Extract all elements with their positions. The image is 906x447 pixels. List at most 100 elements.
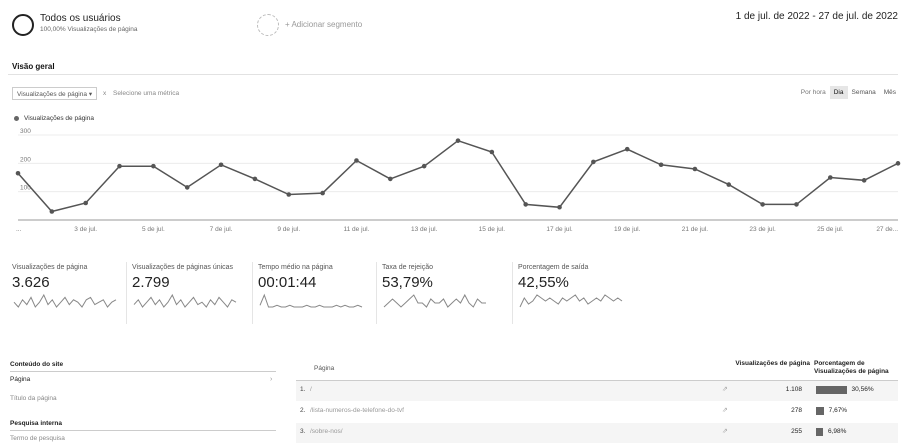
pageviews-line-chart: 300200100... 3 de jul. 5 de jul. 7 de jul. 9…: [15, 128, 901, 233]
left-item-search-term[interactable]: Termo de pesquisa: [10, 435, 65, 442]
metric-value: 42,55%: [518, 274, 569, 291]
row-share-bar: [816, 428, 823, 436]
metric-value: 00:01:44: [258, 274, 317, 291]
summary-metric[interactable]: Taxa de rejeição 53,79%: [382, 264, 488, 309]
summary-metric[interactable]: Visualizações de páginas únicas 2.799: [132, 264, 238, 309]
segment-indicator-icon[interactable]: [12, 14, 34, 36]
divider: [512, 262, 513, 324]
x-tick-label: 5 de jul.: [142, 226, 165, 233]
y-tick-label: 200: [20, 156, 31, 163]
row-index: 1.: [300, 386, 306, 393]
summary-metric[interactable]: Tempo médio na página 00:01:44: [258, 264, 364, 309]
period-week-button[interactable]: Semana: [848, 86, 880, 99]
x-tick-label: 25 de jul.: [817, 226, 844, 233]
data-point: [692, 166, 698, 172]
left-item-page-title[interactable]: Título da página: [10, 395, 57, 402]
open-page-icon[interactable]: ⇗: [722, 427, 728, 435]
data-point: [523, 202, 528, 207]
legend-dot-icon: [14, 116, 19, 121]
row-share-bar: [816, 386, 847, 394]
period-selector: Por hora Dia Semana Mês: [801, 86, 900, 99]
metric-value: 53,79%: [382, 274, 433, 291]
site-search-heading: Pesquisa interna: [10, 420, 63, 427]
legend-label: Visualizações de página: [24, 115, 94, 122]
period-hourly-button[interactable]: Por hora: [801, 89, 826, 96]
sparkline-series: [383, 293, 486, 308]
x-tick-label: 21 de jul.: [682, 226, 709, 233]
period-month-button[interactable]: Mês: [880, 86, 900, 99]
x-tick-label: ...: [16, 226, 22, 233]
divider: [10, 371, 276, 372]
row-page-link[interactable]: /sobre-nos/: [310, 428, 343, 435]
data-point: [320, 190, 325, 196]
row-percentage: 6,98%: [827, 428, 847, 435]
add-segment-icon[interactable]: [257, 14, 279, 36]
data-point: [117, 163, 122, 169]
x-tick-label: 11 de jul.: [344, 226, 370, 233]
divider: [8, 74, 898, 75]
row-pageviews: 255: [791, 428, 802, 435]
data-point: [591, 159, 596, 165]
metric-dropdown-label: Visualizações de página: [17, 91, 87, 98]
add-segment-button[interactable]: + Adicionar segmento: [285, 20, 362, 29]
data-point: [489, 149, 495, 155]
overview-title: Visão geral: [12, 62, 55, 71]
data-point: [794, 202, 799, 207]
x-tick-label: 23 de jul.: [749, 226, 776, 233]
divider: [376, 262, 377, 324]
divider: [10, 430, 276, 431]
table-row[interactable]: 2. /lista-numeros-de-telefone-do-tvf ⇗ 2…: [296, 402, 898, 422]
sparkline-series: [133, 293, 237, 308]
open-page-icon[interactable]: ⇗: [722, 406, 728, 414]
data-point: [421, 163, 427, 169]
data-point: [388, 176, 393, 182]
metric-sparkline: [133, 293, 237, 308]
chart-legend: Visualizações de página: [14, 115, 94, 122]
table-row[interactable]: 3. /sobre-nos/ ⇗ 255 6,98%: [296, 423, 898, 443]
site-content-heading: Conteúdo do site: [10, 361, 64, 368]
segment-subtitle: 100,00% Visualizações de página: [40, 26, 138, 33]
metric-sparkline: [259, 293, 363, 308]
chevron-right-icon: ›: [270, 376, 273, 383]
x-tick-label: 9 de jul.: [277, 226, 300, 233]
summary-metric[interactable]: Visualizações de página 3.626: [12, 264, 118, 309]
metric-value: 3.626: [12, 274, 50, 291]
summary-metric[interactable]: Porcentagem de saída 42,55%: [518, 264, 624, 309]
metric-label: Tempo médio na página: [258, 264, 333, 271]
left-item-page[interactable]: Página: [10, 376, 30, 383]
metric-value: 2.799: [132, 274, 170, 291]
table-row[interactable]: 1. / ⇗ 1.108 30,56%: [296, 381, 898, 401]
data-point: [184, 185, 190, 190]
data-point: [624, 146, 630, 152]
row-pageviews: 278: [791, 407, 802, 414]
x-tick-label: 17 de jul.: [546, 226, 573, 233]
column-header-page[interactable]: Página: [314, 365, 334, 372]
column-header-pageviews[interactable]: Visualizações de página: [730, 360, 810, 368]
row-pageviews: 1.108: [785, 386, 802, 393]
row-page-link[interactable]: /: [310, 386, 312, 393]
segment-name[interactable]: Todos os usuários: [40, 13, 121, 24]
data-point: [895, 161, 901, 166]
x-tick-label: 3 de jul.: [74, 226, 97, 233]
x-tick-label: 13 de jul.: [411, 226, 438, 233]
row-page-link[interactable]: /lista-numeros-de-telefone-do-tvf: [310, 407, 404, 414]
sparkline-series: [519, 294, 623, 308]
column-header-percentage[interactable]: Porcentagem de Visualizações de página: [814, 360, 900, 376]
data-point: [861, 178, 867, 183]
data-point: [286, 192, 292, 197]
select-metric-link[interactable]: Selecione uma métrica: [113, 90, 179, 97]
date-range-picker[interactable]: 1 de jul. de 2022 - 27 de jul. de 2022: [736, 11, 898, 22]
data-point: [726, 182, 732, 187]
open-page-icon[interactable]: ⇗: [722, 385, 728, 393]
metric-dropdown[interactable]: Visualizações de página ▾: [12, 87, 98, 100]
period-day-button[interactable]: Dia: [829, 86, 848, 99]
data-point: [557, 204, 562, 210]
row-share-bar: [816, 407, 824, 415]
y-tick-label: 300: [20, 128, 31, 135]
metric-label: Visualizações de página: [12, 264, 88, 271]
chevron-down-icon: ▾: [88, 91, 93, 98]
sparkline-series: [259, 293, 363, 308]
data-point: [658, 162, 664, 168]
data-point: [83, 200, 88, 206]
series-line: [17, 139, 899, 213]
